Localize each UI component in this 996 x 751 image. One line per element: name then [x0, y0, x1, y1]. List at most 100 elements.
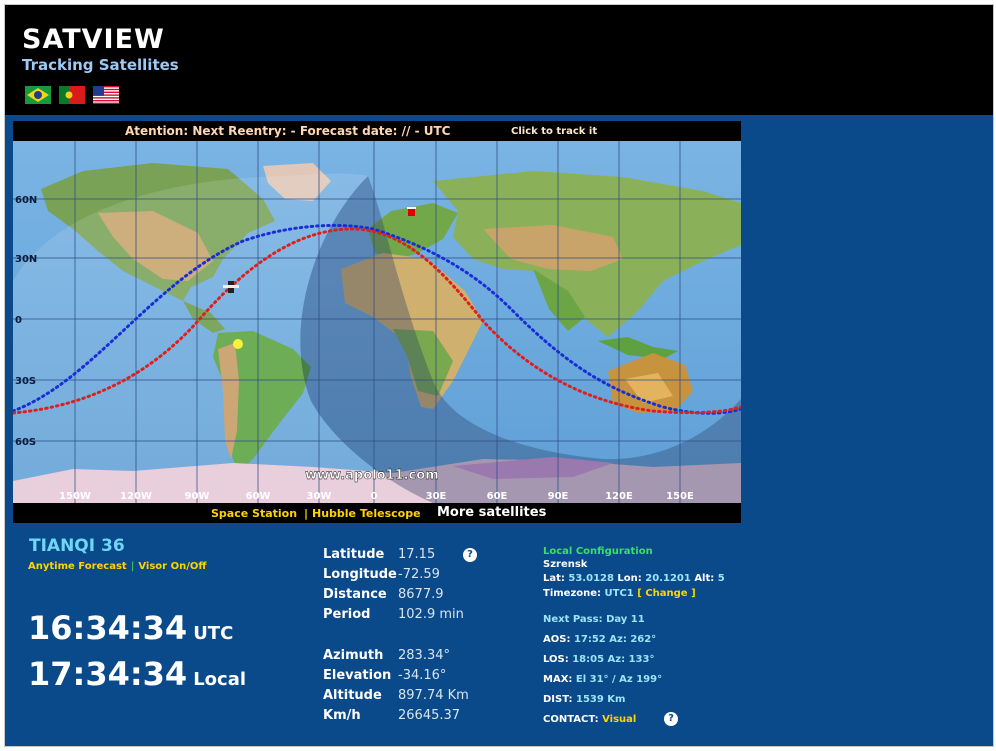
speed-row: Km/h 26645.37: [323, 708, 523, 726]
sun-position-icon: [233, 339, 243, 349]
contact-value: Visual: [602, 714, 637, 725]
lon-label: 30E: [426, 491, 447, 502]
contact-row: CONTACT: Visual: [543, 714, 636, 725]
config-coords: Lat: 53.0128 Lon: 20.1201 Alt: 5: [543, 573, 725, 584]
los-row: LOS: 18:05 Az: 133°: [543, 654, 654, 665]
lon-label: Lon:: [617, 573, 642, 584]
next-pass-value: Day 11: [606, 614, 645, 625]
lon-label: 150W: [59, 491, 91, 502]
space-station-link[interactable]: Space Station: [211, 507, 297, 520]
action-separator: |: [130, 561, 135, 572]
max-value: El 31° / Az 199°: [575, 674, 663, 685]
altitude-row: Altitude 897.74 Km: [323, 688, 523, 706]
timezone-label: Timezone:: [543, 588, 602, 599]
utc-clock: 16:34:34 UTC: [28, 609, 233, 647]
lon-label: 150E: [666, 491, 694, 502]
lat-value: 53.0128: [568, 573, 614, 584]
lat-label: 60S: [15, 437, 36, 448]
help-icon[interactable]: ?: [463, 548, 477, 562]
local-config-title: Local Configuration: [543, 546, 653, 557]
period-label: Period: [323, 607, 371, 622]
anytime-forecast-link[interactable]: Anytime Forecast: [28, 561, 127, 572]
track-reentry-link[interactable]: Click to track it: [511, 126, 597, 137]
azimuth-value: 283.34°: [398, 648, 450, 663]
speed-label: Km/h: [323, 708, 361, 723]
lon-value: 20.1201: [645, 573, 691, 584]
lon-label: 60W: [246, 491, 271, 502]
latitude-label: Latitude: [323, 547, 385, 562]
lat-label: 30S: [15, 376, 36, 387]
period-row: Period 102.9 min: [323, 607, 523, 625]
tracking-map-panel: Atention: Next Reentry: - Forecast date:…: [13, 121, 741, 523]
satellite-actions: Anytime Forecast | Visor On/Off: [28, 561, 206, 572]
aos-az-value: 262°: [630, 634, 657, 645]
aos-az-label: Az:: [609, 634, 627, 645]
dist-row: DIST: 1539 Km: [543, 694, 625, 705]
brazil-flag-icon[interactable]: [25, 86, 51, 104]
aos-label: AOS:: [543, 634, 571, 645]
alt-label: Alt:: [694, 573, 715, 584]
period-value: 102.9 min: [398, 607, 464, 622]
reentry-text: Atention: Next Reentry: - Forecast date:…: [125, 124, 451, 138]
utc-time: 16:34:34: [28, 609, 188, 647]
app-title: SATVIEW: [22, 24, 165, 55]
lon-label: 90W: [185, 491, 210, 502]
longitude-value: -72.59: [398, 567, 440, 582]
language-flags: [25, 86, 119, 104]
change-config-link[interactable]: [ Change ]: [637, 588, 695, 599]
lat-label: 60N: [15, 195, 37, 206]
visor-toggle-link[interactable]: Visor On/Off: [138, 561, 206, 572]
aos-row: AOS: 17:52 Az: 262°: [543, 634, 656, 645]
lon-label: 0: [371, 491, 378, 502]
latitude-row: Latitude 17.15: [323, 547, 523, 565]
azimuth-label: Azimuth: [323, 648, 384, 663]
reentry-banner: Atention: Next Reentry: - Forecast date:…: [13, 121, 741, 141]
longitude-row: Longitude -72.59: [323, 567, 523, 585]
elevation-row: Elevation -34.16°: [323, 668, 523, 686]
max-label: MAX:: [543, 674, 573, 685]
map-watermark: www.apolo11.com: [305, 468, 439, 483]
local-label: Local: [193, 669, 247, 690]
dist-value: 1539 Km: [575, 694, 626, 705]
max-row: MAX: El 31° / Az 199°: [543, 674, 662, 685]
satview-page: SATVIEW Tracking Satellites Atention: Ne…: [4, 4, 994, 747]
distance-label: Distance: [323, 587, 387, 602]
altitude-value: 897.74 Km: [398, 688, 469, 703]
local-time: 17:34:34: [28, 655, 188, 693]
elevation-label: Elevation: [323, 668, 392, 683]
los-az-value: 133°: [628, 654, 655, 665]
los-az-label: Az:: [607, 654, 626, 665]
los-time: 18:05: [572, 654, 605, 665]
timezone-value: UTC1: [604, 588, 634, 599]
satellite-name: TIANQI 36: [29, 536, 125, 556]
config-city: Szrensk: [543, 559, 588, 570]
next-pass-row: Next Pass: Day 11: [543, 614, 645, 625]
latitude-value: 17.15: [398, 547, 436, 562]
utc-label: UTC: [193, 623, 234, 644]
longitude-label: Longitude: [323, 567, 397, 582]
config-timezone: Timezone: UTC1 [ Change ]: [543, 588, 696, 599]
distance-row: Distance 8677.9: [323, 587, 523, 605]
azimuth-row: Azimuth 283.34°: [323, 648, 523, 666]
header: SATVIEW Tracking Satellites: [5, 5, 993, 115]
more-satellites-link[interactable]: More satellites: [437, 505, 546, 520]
hubble-telescope-link[interactable]: Hubble Telescope: [312, 507, 421, 520]
lat-label: Lat:: [543, 573, 565, 584]
link-separator: |: [304, 507, 309, 520]
lon-label: 120W: [120, 491, 152, 502]
lon-label: 120E: [605, 491, 633, 502]
elevation-value: -34.16°: [398, 668, 447, 683]
portugal-flag-icon[interactable]: [59, 86, 85, 104]
los-label: LOS:: [543, 654, 569, 665]
local-clock: 17:34:34 Local: [28, 655, 246, 693]
satellite-links: Space Station | Hubble Telescope More sa…: [13, 503, 741, 523]
alt-value: 5: [717, 573, 725, 584]
dist-label: DIST:: [543, 694, 573, 705]
world-map: 60N 30N 0 30S 60S www.apolo11.com 150W 1…: [13, 141, 741, 503]
lat-label: 0: [15, 315, 22, 326]
aos-time: 17:52: [573, 634, 606, 645]
usa-flag-icon[interactable]: [93, 86, 119, 104]
distance-value: 8677.9: [398, 587, 444, 602]
altitude-label: Altitude: [323, 688, 382, 703]
help-icon[interactable]: ?: [664, 712, 678, 726]
